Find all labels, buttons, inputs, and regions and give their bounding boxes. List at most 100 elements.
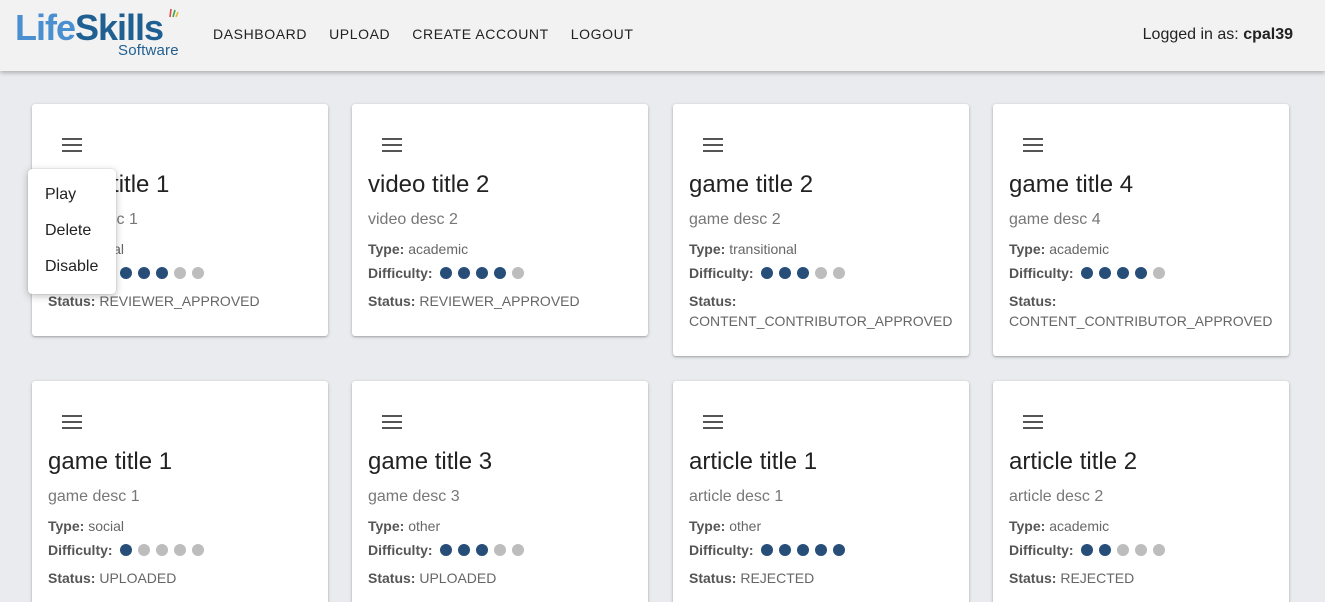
difficulty-rating — [439, 267, 530, 279]
type-label: Type: — [689, 241, 726, 257]
lifeskills-logo[interactable]: LifeSkills Software — [15, 8, 190, 60]
status-label: Status: — [368, 293, 416, 309]
logo-spark-icon — [169, 8, 179, 18]
content-card: game title 4 game desc 4 Type: academic … — [993, 104, 1289, 356]
difficulty-dot-filled — [760, 544, 773, 556]
difficulty-dot-empty — [155, 544, 168, 556]
difficulty-dot-filled — [457, 544, 470, 556]
status-label: Status: — [1009, 570, 1057, 586]
card-type: Type: academic — [1009, 518, 1109, 534]
card-menu-icon[interactable] — [62, 138, 82, 152]
difficulty-rating — [760, 544, 851, 556]
menu-item-delete[interactable]: Delete — [45, 222, 91, 240]
status-label: Status: — [1009, 293, 1057, 309]
difficulty-dot-filled — [457, 267, 470, 279]
content-card: article title 2 article desc 2 Type: aca… — [993, 381, 1289, 602]
main-nav: DASHBOARD UPLOAD CREATE ACCOUNT LOGOUT — [213, 26, 656, 42]
card-type: Type: academic — [1009, 241, 1109, 257]
nav-logout[interactable]: LOGOUT — [571, 26, 634, 42]
difficulty-label: Difficulty: — [689, 265, 754, 281]
card-description: article desc 1 — [689, 488, 784, 505]
content-card: article title 1 article desc 1 Type: oth… — [673, 381, 969, 602]
card-description: game desc 3 — [368, 488, 460, 505]
difficulty-dot-filled — [1080, 267, 1093, 279]
card-description: game desc 4 — [1009, 211, 1101, 228]
difficulty-rating — [439, 544, 530, 556]
card-type: Type: other — [368, 518, 440, 534]
difficulty-dot-empty — [1134, 544, 1147, 556]
card-status: Status: REJECTED — [689, 568, 959, 588]
difficulty-label: Difficulty: — [368, 542, 433, 558]
content-card: game title 2 game desc 2 Type: transitio… — [673, 104, 969, 356]
logo-subtitle: Software — [118, 42, 179, 59]
difficulty-rating — [1080, 544, 1171, 556]
card-options-menu: Play Delete Disable — [28, 169, 116, 294]
difficulty-dot-filled — [1134, 267, 1147, 279]
type-value: social — [88, 518, 124, 534]
difficulty-dot-empty — [1152, 267, 1165, 279]
difficulty-dot-filled — [1080, 544, 1093, 556]
difficulty-dot-empty — [511, 544, 524, 556]
type-value: other — [408, 518, 441, 534]
logged-in-label: Logged in as: — [1142, 26, 1239, 43]
menu-item-play[interactable]: Play — [45, 186, 76, 204]
status-label: Status: — [48, 570, 96, 586]
status-label: Status: — [689, 570, 737, 586]
content-card: game title 3 game desc 3 Type: other Dif… — [352, 381, 648, 602]
type-value: transitional — [729, 241, 797, 257]
card-menu-icon[interactable] — [703, 138, 723, 152]
difficulty-dot-filled — [1098, 267, 1111, 279]
difficulty-dot-empty — [173, 544, 186, 556]
content-card: game title 1 game desc 1 Type: social Di… — [32, 381, 328, 602]
card-type: Type: other — [689, 518, 761, 534]
difficulty-label: Difficulty: — [1009, 542, 1074, 558]
nav-create-account[interactable]: CREATE ACCOUNT — [412, 26, 549, 42]
type-label: Type: — [48, 518, 85, 534]
difficulty-dot-filled — [439, 267, 452, 279]
card-status: Status: CONTENT_CONTRIBUTOR_APPROVED — [1009, 291, 1279, 331]
card-status: Status: CONTENT_CONTRIBUTOR_APPROVED — [689, 291, 959, 331]
card-menu-icon[interactable] — [382, 138, 402, 152]
difficulty-dot-filled — [1098, 544, 1111, 556]
username: cpal39 — [1243, 26, 1293, 43]
difficulty-dot-filled — [493, 267, 506, 279]
difficulty-dot-filled — [119, 267, 132, 279]
menu-item-disable[interactable]: Disable — [45, 258, 98, 276]
difficulty-dot-empty — [1116, 544, 1129, 556]
status-label: Status: — [48, 293, 96, 309]
nav-dashboard[interactable]: DASHBOARD — [213, 26, 307, 42]
status-value: REJECTED — [1060, 570, 1135, 586]
card-menu-icon[interactable] — [703, 415, 723, 429]
card-menu-icon[interactable] — [382, 415, 402, 429]
difficulty-dot-filled — [760, 267, 773, 279]
card-menu-icon[interactable] — [1023, 138, 1043, 152]
card-title: video title 2 — [368, 171, 490, 198]
difficulty-dot-empty — [814, 267, 827, 279]
card-title: game title 2 — [689, 171, 814, 198]
type-label: Type: — [1009, 518, 1046, 534]
difficulty-dot-empty — [191, 544, 204, 556]
card-title: article title 1 — [689, 448, 818, 475]
difficulty-dot-empty — [191, 267, 204, 279]
card-description: video desc 2 — [368, 211, 458, 228]
difficulty-rating — [119, 267, 210, 279]
type-label: Type: — [1009, 241, 1046, 257]
type-value: academic — [408, 241, 469, 257]
card-menu-icon[interactable] — [62, 415, 82, 429]
card-menu-icon[interactable] — [1023, 415, 1043, 429]
card-status: Status: UPLOADED — [48, 568, 318, 588]
status-label: Status: — [689, 293, 737, 309]
status-value: CONTENT_CONTRIBUTOR_APPROVED — [1009, 313, 1273, 329]
difficulty-dot-filled — [137, 267, 150, 279]
difficulty-dot-filled — [119, 544, 132, 556]
logged-in-user: Logged in as: cpal39 — [1143, 26, 1293, 44]
card-difficulty: Difficulty: — [368, 542, 530, 558]
type-value: other — [729, 518, 762, 534]
difficulty-dot-filled — [832, 544, 845, 556]
card-status: Status: REVIEWER_APPROVED — [48, 291, 318, 311]
difficulty-dot-filled — [778, 267, 791, 279]
card-title: game title 3 — [368, 448, 493, 475]
card-status: Status: REJECTED — [1009, 568, 1279, 588]
difficulty-dot-empty — [832, 267, 845, 279]
nav-upload[interactable]: UPLOAD — [329, 26, 390, 42]
